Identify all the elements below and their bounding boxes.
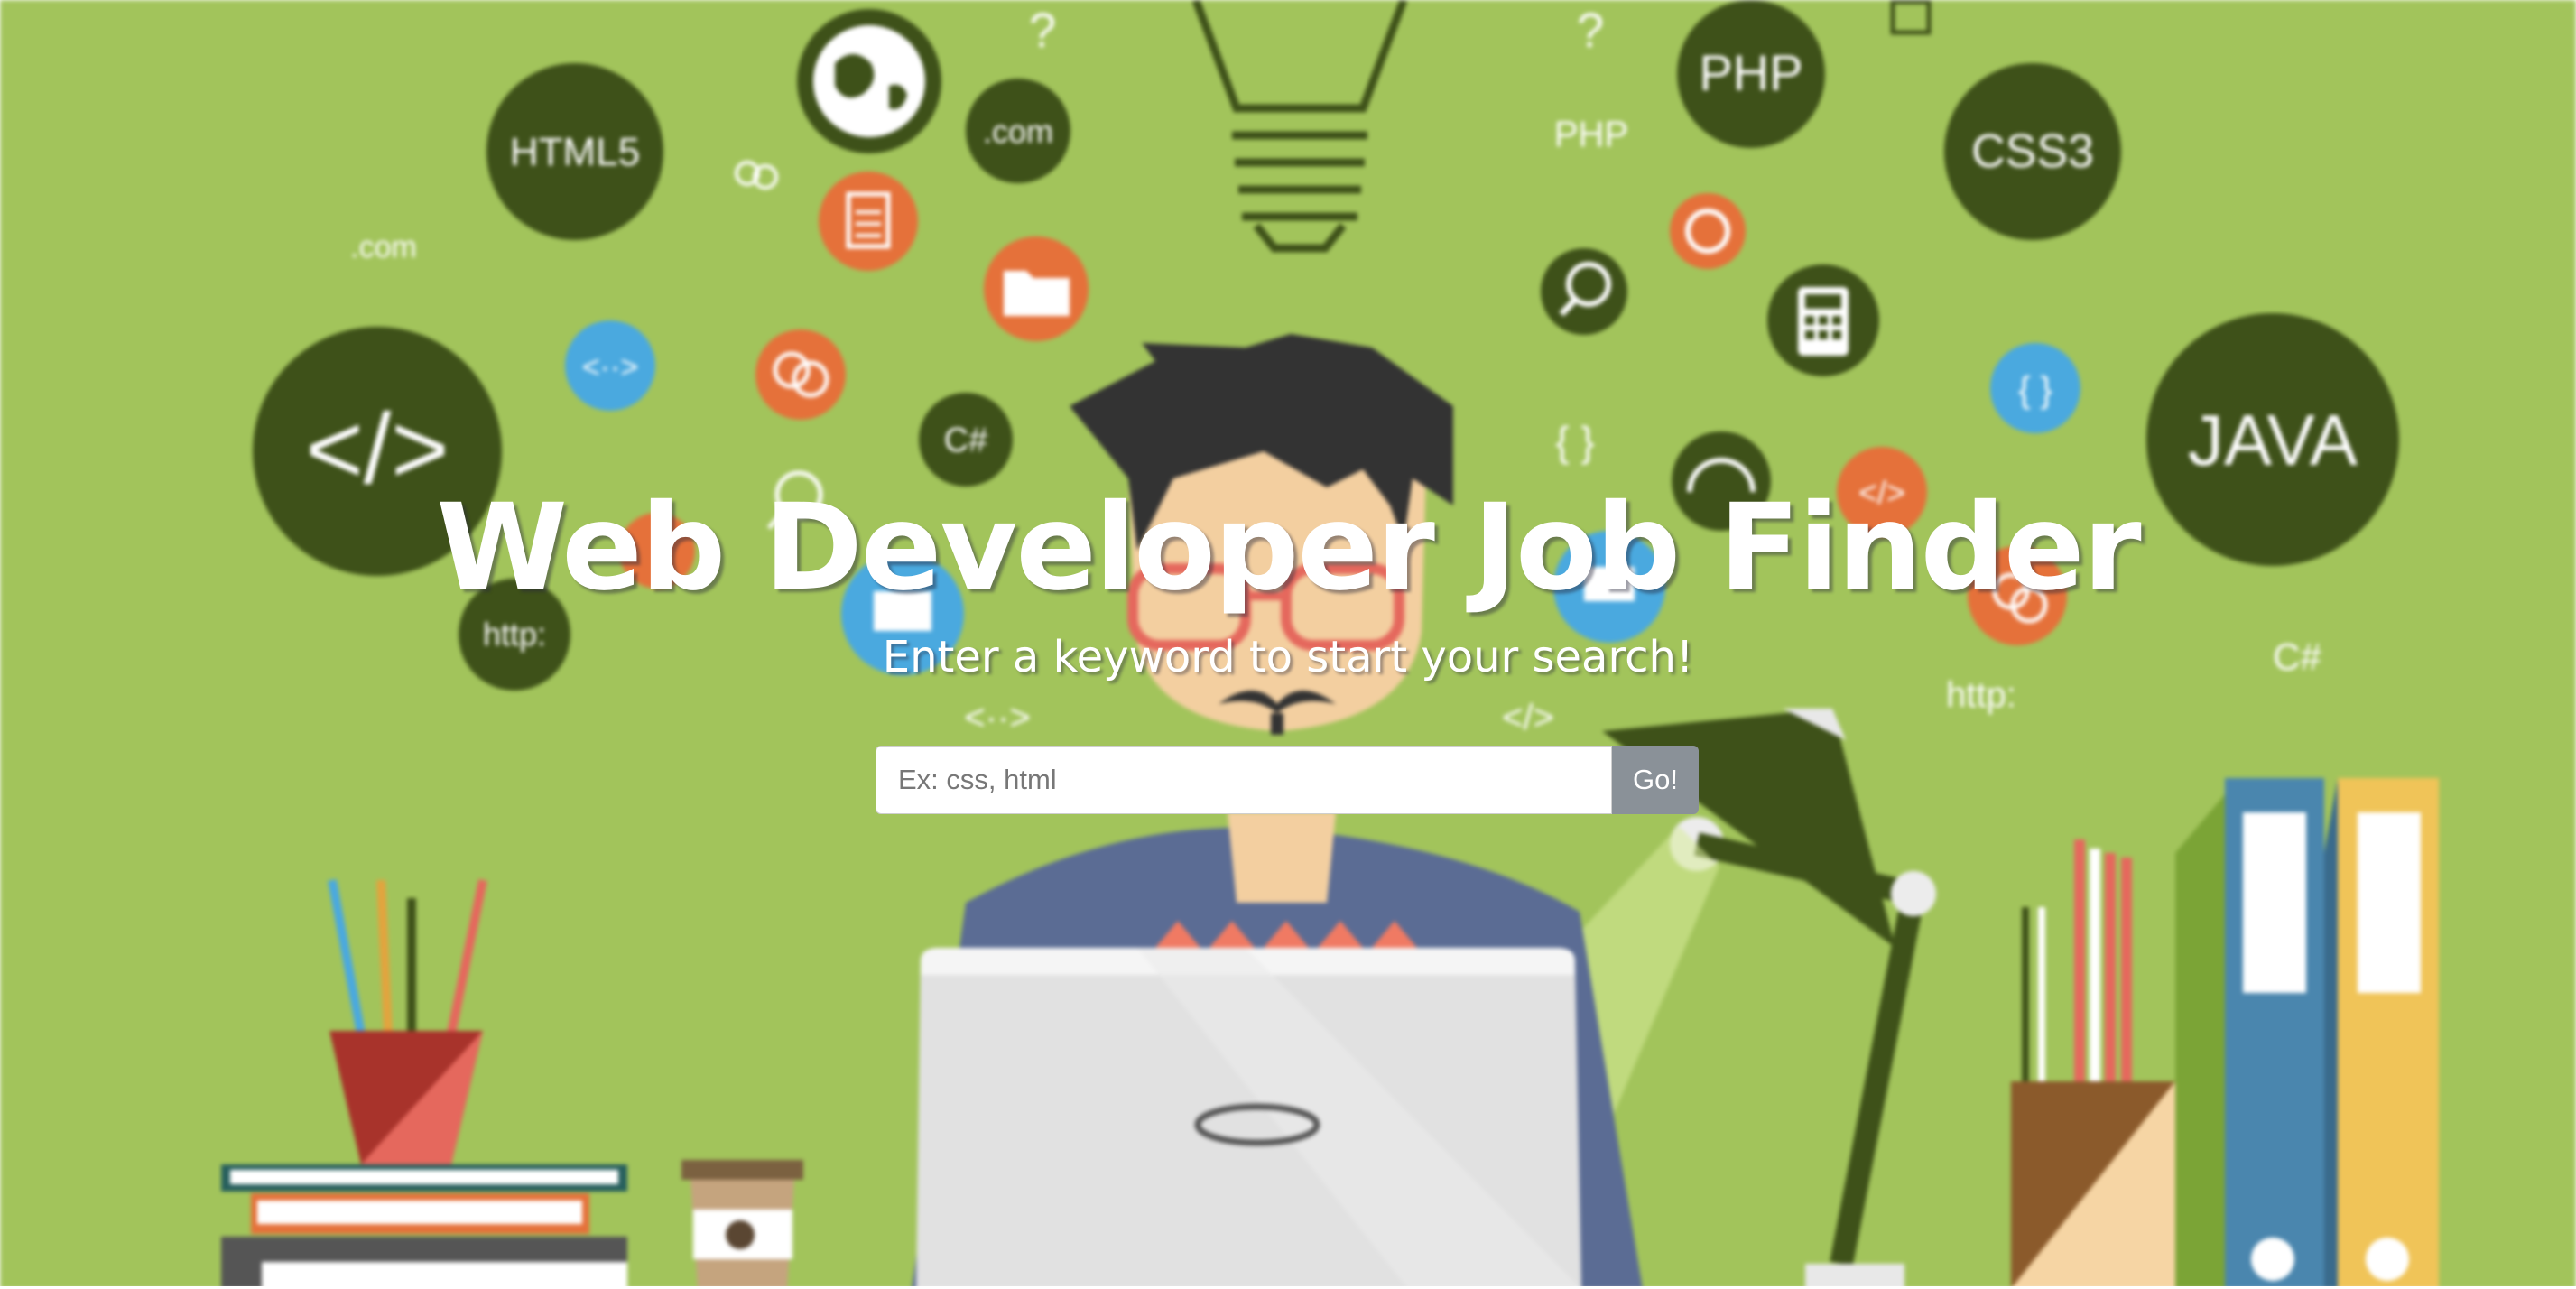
book-stack xyxy=(221,1164,627,1289)
http-badge: http: xyxy=(459,579,570,691)
svg-text:HTML5: HTML5 xyxy=(510,130,640,174)
svg-text:<··>: <··> xyxy=(582,350,638,385)
code-tag-badge: </> xyxy=(253,327,502,576)
css3-badge: CSS3 xyxy=(1944,63,2121,240)
php-text: PHP xyxy=(1554,115,1628,154)
orange-code-tag-icon: </> xyxy=(1837,447,1927,537)
braces-icon: { } xyxy=(1990,343,2080,433)
http-text: http: xyxy=(1946,675,2016,715)
search-button[interactable]: Go! xyxy=(1612,746,1699,814)
html5-badge: HTML5 xyxy=(486,63,663,240)
headset-icon xyxy=(1672,431,1771,531)
question-mark-left: ? xyxy=(1029,4,1056,58)
chat-icon xyxy=(755,329,846,420)
svg-text:JAVA: JAVA xyxy=(2188,400,2358,480)
svg-text:</>: </> xyxy=(1858,474,1905,511)
braces-text: { } xyxy=(1555,418,1595,465)
svg-text:.com: .com xyxy=(983,113,1053,150)
csharp-badge: C# xyxy=(919,393,1013,487)
laptop xyxy=(916,948,1581,1289)
svg-text:</>: </> xyxy=(305,394,449,505)
dotcom-badge: .com xyxy=(966,79,1070,183)
search-form: Go! xyxy=(876,746,1699,814)
orange-chat-icon xyxy=(1968,546,2067,645)
question-mark-right: ? xyxy=(1577,4,1604,58)
globe-icon xyxy=(797,9,941,153)
svg-text:PHP: PHP xyxy=(1699,44,1802,101)
hero-section: HTML5 .com </> http: C# PHP CSS3 JAVA </… xyxy=(0,0,2576,1289)
svg-text:CSS3: CSS3 xyxy=(1971,125,2094,178)
svg-text:C#: C# xyxy=(944,422,988,459)
document-icon xyxy=(819,172,918,271)
dotcom-text: .com xyxy=(350,230,417,264)
orange-dot xyxy=(619,513,695,589)
binders xyxy=(2175,778,2439,1289)
ring-icon xyxy=(1670,193,1746,269)
code-tag-text: </> xyxy=(1502,698,1554,737)
magnifier-icon xyxy=(1541,248,1627,335)
svg-text:http:: http: xyxy=(483,616,546,653)
coffee-cup xyxy=(681,1160,803,1289)
arrows-icon: <··> xyxy=(565,320,655,411)
java-badge: JAVA xyxy=(2146,313,2399,566)
php-badge: PHP xyxy=(1677,0,1825,148)
search-input[interactable] xyxy=(876,746,1612,814)
csharp-text: C# xyxy=(2273,635,2321,678)
laptop-icon xyxy=(1553,531,1665,643)
developer-illustration: HTML5 .com </> http: C# PHP CSS3 JAVA </… xyxy=(0,0,2576,1289)
monitor-icon xyxy=(841,552,964,675)
folder-icon xyxy=(984,236,1089,341)
svg-text:{ }: { } xyxy=(2018,370,2052,410)
arrows-text: <··> xyxy=(964,698,1030,737)
calculator-icon xyxy=(1767,264,1879,376)
